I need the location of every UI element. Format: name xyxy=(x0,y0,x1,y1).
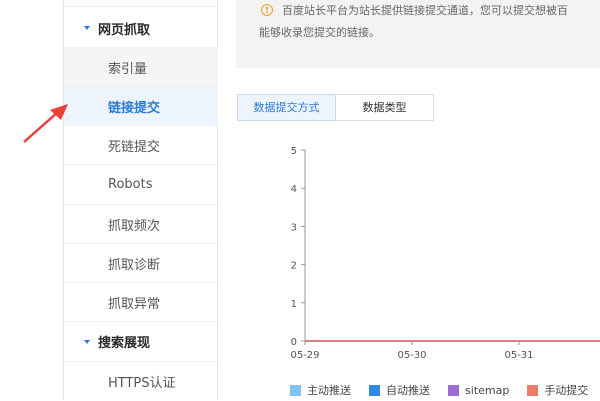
legend-label: sitemap xyxy=(465,383,510,397)
sidebar-section-crawl[interactable]: 网页抓取 xyxy=(64,8,218,48)
sidebar: 网页抓取 索引量 链接提交 死链提交 Robots 抓取频次 抓取诊断 抓取异常… xyxy=(63,0,218,400)
section-title: 搜索展现 xyxy=(98,336,151,351)
legend-label: 自动推送 xyxy=(386,384,430,397)
y-tick-label: 3 xyxy=(291,222,297,233)
y-tick-label: 5 xyxy=(291,146,297,157)
sidebar-item-label: Robots xyxy=(108,177,153,192)
sidebar-item-label: 链接提交 xyxy=(108,101,161,116)
chart-legend: 主动推送 自动推送 sitemap 手动提交 xyxy=(290,382,600,398)
sidebar-item-label: 抓取异常 xyxy=(108,297,161,312)
legend-swatch xyxy=(448,384,459,396)
sidebar-item-https[interactable]: HTTPS认证 xyxy=(64,361,218,401)
caret-down-icon xyxy=(84,339,90,344)
legend-label: 主动推送 xyxy=(307,384,351,397)
legend-entry[interactable]: 自动推送 xyxy=(369,382,430,398)
sidebar-item-label: 死链提交 xyxy=(108,140,161,155)
x-tick-label: 05-30 xyxy=(397,350,426,361)
legend-label: 手动提交 xyxy=(544,384,589,397)
sidebar-item-dead-link-submit[interactable]: 死链提交 xyxy=(64,125,218,165)
sidebar-section-search-display[interactable]: 搜索展现 xyxy=(64,321,218,361)
sidebar-item-label: 索引量 xyxy=(108,62,148,77)
sidebar-item-crawl-errors[interactable]: 抓取异常 xyxy=(64,282,218,322)
sidebar-item-crawl-frequency[interactable]: 抓取频次 xyxy=(64,204,218,244)
sidebar-item-label: HTTPS认证 xyxy=(108,376,176,391)
section-title: 网页抓取 xyxy=(98,22,151,38)
x-tick-label: 05-31 xyxy=(504,350,533,361)
tab-data-type[interactable]: 数据类型 xyxy=(336,94,434,121)
sidebar-item-robots[interactable]: Robots xyxy=(64,164,218,204)
sidebar-item-crawl-diagnosis[interactable]: 抓取诊断 xyxy=(64,243,218,283)
legend-swatch xyxy=(369,384,380,396)
legend-swatch xyxy=(290,384,301,396)
notice-banner: ! 百度站长平台为站长提供链接提交通道，您可以提交想被百 能够收录您提交的链接。 xyxy=(236,0,600,68)
red-arrow-annotation xyxy=(23,104,68,143)
legend-entry[interactable]: sitemap xyxy=(448,382,509,398)
x-tick-label: 05-29 xyxy=(290,350,319,361)
divider xyxy=(64,6,218,7)
sidebar-item-index-volume[interactable]: 索引量 xyxy=(64,47,218,87)
sidebar-item-label: 抓取诊断 xyxy=(108,258,161,273)
legend-swatch xyxy=(527,384,539,396)
notice-text-line1: 百度站长平台为站长提供链接提交通道，您可以提交想被百 xyxy=(282,4,568,17)
legend-entry[interactable]: 手动提交 xyxy=(527,382,588,398)
warning-icon: ! xyxy=(261,4,273,16)
y-tick-label: 4 xyxy=(291,184,297,195)
y-tick-label: 2 xyxy=(291,261,297,272)
legend-entry[interactable]: 主动推送 xyxy=(290,382,351,398)
y-tick-label: 1 xyxy=(291,299,297,310)
notice-text-line2: 能够收录您提交的链接。 xyxy=(259,26,380,39)
sidebar-item-link-submit[interactable]: 链接提交 xyxy=(64,86,218,126)
caret-down-icon xyxy=(84,26,90,30)
tab-bar: 数据提交方式 数据类型 xyxy=(237,94,434,121)
sidebar-item-label: 抓取频次 xyxy=(108,219,161,234)
tab-submission-method[interactable]: 数据提交方式 xyxy=(237,94,336,121)
y-tick-label: 0 xyxy=(291,337,297,348)
